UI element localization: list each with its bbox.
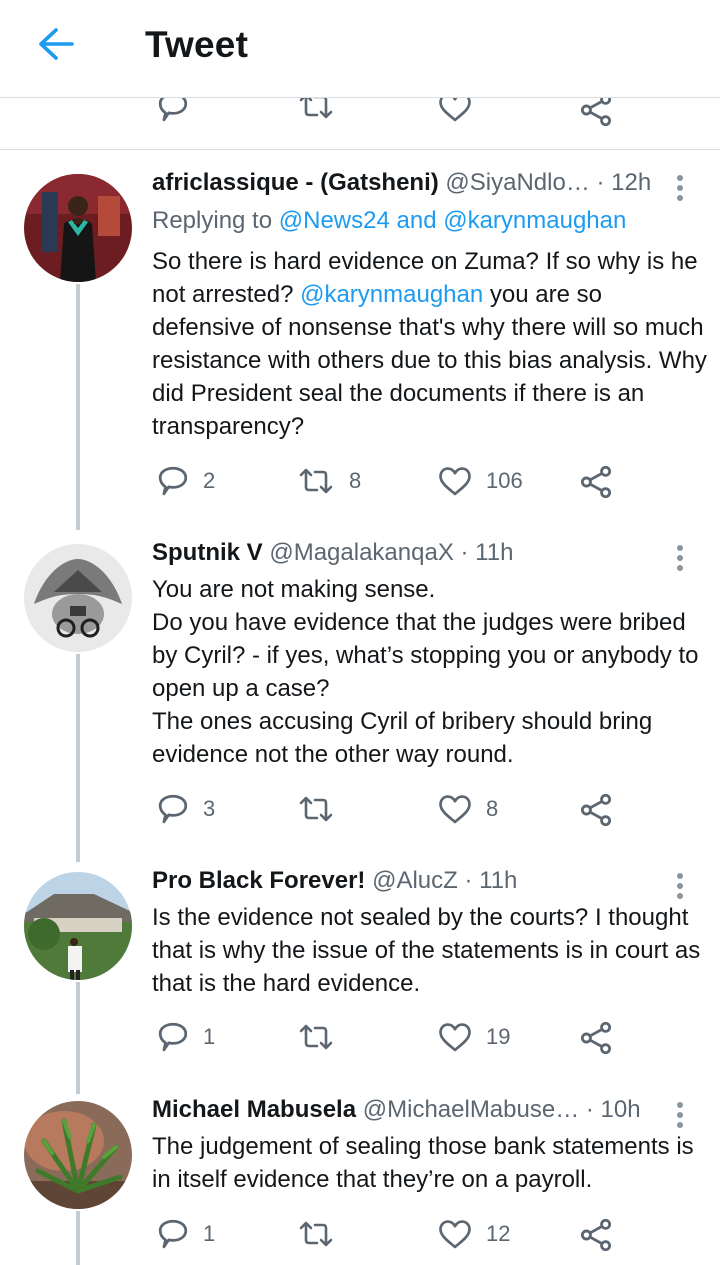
heart-icon (439, 795, 471, 824)
author-name[interactable]: Pro Black Forever! (152, 867, 365, 894)
reply-count: 1 (203, 1221, 216, 1246)
reply-button[interactable]: 3 (157, 794, 215, 824)
tweet[interactable]: Pro Black Forever! @AlucZ · 11h Is the e… (0, 866, 720, 1094)
reply-icon (158, 1219, 188, 1249)
reply-button[interactable]: 2 (157, 466, 215, 496)
reply-button[interactable]: 1 (157, 1219, 215, 1249)
tweet-time: · 11h (460, 539, 514, 566)
tweet-text-line: You are not making sense. (152, 576, 436, 603)
tweet-text-line: Do you have evidence that the judges wer… (152, 609, 699, 702)
tweet-text: So there is hard evidence on Zuma? If so… (152, 245, 707, 443)
heart-icon (439, 1023, 471, 1052)
replying-to-label: Replying to (152, 207, 273, 234)
share-button[interactable] (580, 1022, 612, 1054)
like-count: 19 (486, 1024, 511, 1049)
like-count: 106 (486, 468, 523, 493)
heart-icon (439, 98, 471, 122)
mention-link[interactable]: @News24 (279, 207, 390, 234)
tweet[interactable]: Michael Mabusela @MichaelMabuse… · 10h T… (0, 1095, 720, 1265)
tweet-time: · 10h (585, 1096, 641, 1123)
share-button[interactable] (580, 1219, 612, 1251)
share-icon (580, 1022, 612, 1054)
author-name[interactable]: Michael Mabusela (152, 1096, 356, 1123)
replying-to: Replying to @News24 and @karynmaughan (152, 204, 626, 238)
like-button[interactable]: 12 (438, 1219, 510, 1249)
thread-line (76, 284, 80, 530)
tweet-text: Is the evidence not sealed by the courts… (152, 904, 701, 997)
share-button[interactable] (580, 794, 612, 826)
thread-line (76, 982, 80, 1094)
avatar[interactable] (24, 544, 132, 652)
tweet-header: Sputnik V @MagalakanqaX · 11h (152, 538, 672, 568)
more-options-icon[interactable] (668, 172, 692, 212)
author-handle[interactable]: @SiyaNdlo… (445, 169, 589, 196)
mention-link[interactable]: @karynmaughan (300, 281, 483, 308)
tweet-time: · 12h (596, 169, 652, 196)
tweet-time: · 11h (464, 867, 518, 894)
avatar[interactable] (24, 1101, 132, 1209)
retweet-button[interactable]: 8 (297, 467, 361, 495)
retweet-icon (299, 1221, 333, 1247)
mention-link[interactable]: @karynmaughan (443, 207, 626, 234)
tweet-header: africlassique - (Gatsheni) @SiyaNdlo… · … (152, 168, 672, 198)
retweet-button[interactable] (297, 1220, 335, 1248)
avatar[interactable] (24, 872, 132, 980)
reply-count: 3 (203, 796, 216, 821)
reply-count: 2 (203, 468, 216, 493)
heart-icon (439, 467, 471, 496)
page-title: Tweet (145, 24, 249, 65)
retweet-button[interactable] (297, 98, 335, 120)
thread-line (76, 654, 80, 862)
avatar[interactable] (24, 174, 132, 282)
back-arrow-icon[interactable] (36, 26, 76, 62)
author-name[interactable]: africlassique - (Gatsheni) (152, 169, 439, 196)
share-icon (580, 98, 612, 126)
reply-icon (158, 1022, 188, 1052)
tweet[interactable]: Sputnik V @MagalakanqaX · 11h You are no… (0, 538, 720, 862)
share-icon (580, 794, 612, 826)
tweet[interactable]: africlassique - (Gatsheni) @SiyaNdlo… · … (0, 168, 720, 530)
share-icon (580, 466, 612, 498)
share-icon (580, 1219, 612, 1251)
top-bar: Tweet (0, 0, 720, 98)
reply-count: 1 (203, 1024, 216, 1049)
share-button[interactable] (580, 466, 612, 498)
tweet-text: You are not making sense. Do you have ev… (152, 573, 707, 771)
like-button[interactable]: 106 (438, 466, 523, 496)
retweet-icon (299, 796, 333, 822)
previous-tweet-actions (0, 98, 720, 150)
retweet-count: 8 (349, 468, 362, 493)
replying-and: and (396, 207, 437, 234)
retweet-icon (299, 98, 333, 119)
like-button[interactable]: 19 (438, 1022, 510, 1052)
tweet-header: Michael Mabusela @MichaelMabuse… · 10h (152, 1095, 672, 1125)
author-handle[interactable]: @MagalakanqaX (269, 539, 453, 566)
like-button[interactable]: 8 (438, 794, 498, 824)
tweet-text-line: The ones accusing Cyril of bribery shoul… (152, 708, 653, 768)
tweet-text: The judgement of sealing those bank stat… (152, 1133, 694, 1193)
retweet-icon (299, 1024, 333, 1050)
like-count: 12 (486, 1221, 511, 1246)
share-button[interactable] (580, 98, 612, 126)
reply-button[interactable]: 1 (157, 1022, 215, 1052)
author-name[interactable]: Sputnik V (152, 539, 263, 566)
like-count: 8 (486, 796, 499, 821)
author-handle[interactable]: @MichaelMabuse… (363, 1096, 579, 1123)
heart-icon (439, 1220, 471, 1249)
reply-button[interactable] (157, 98, 189, 122)
like-button[interactable] (438, 98, 472, 122)
retweet-icon (299, 468, 333, 494)
retweet-button[interactable] (297, 1023, 335, 1051)
retweet-button[interactable] (297, 795, 335, 823)
reply-icon (158, 466, 188, 496)
author-handle[interactable]: @AlucZ (372, 867, 458, 894)
reply-icon (158, 98, 188, 122)
thread-line (76, 1211, 80, 1265)
reply-icon (158, 794, 188, 824)
tweet-header: Pro Black Forever! @AlucZ · 11h (152, 866, 672, 896)
